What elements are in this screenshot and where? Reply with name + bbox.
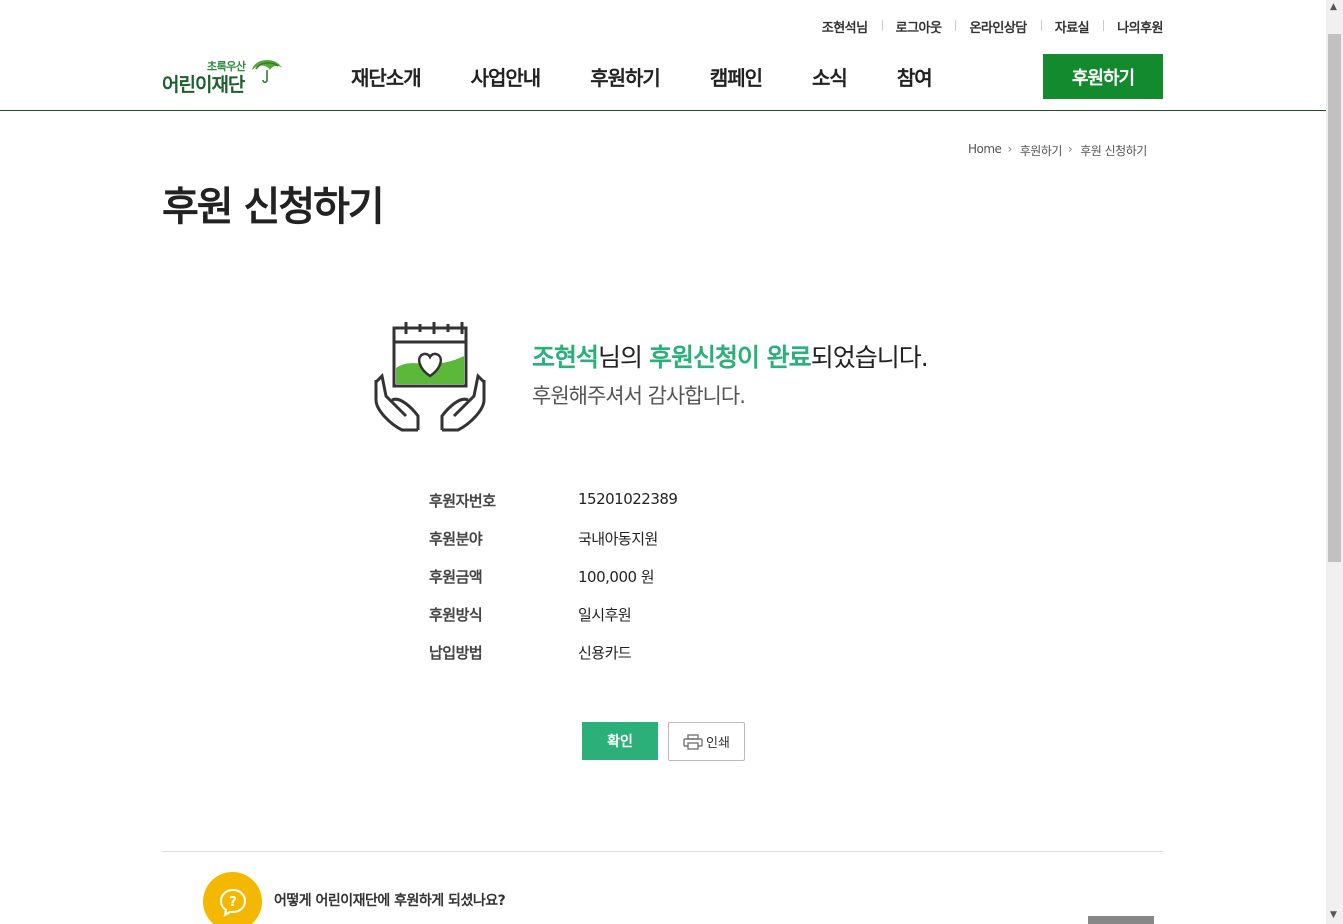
online-consult-link[interactable]: 온라인상담 bbox=[955, 17, 1040, 36]
info-value: 일시후원 bbox=[578, 606, 632, 624]
print-button[interactable]: 인쇄 bbox=[668, 722, 745, 761]
scrollbar-thumb[interactable] bbox=[1328, 34, 1341, 562]
info-value: 국내아동지원 bbox=[578, 530, 658, 548]
page-title: 후원 신청하기 bbox=[162, 184, 385, 230]
nav-campaign[interactable]: 캠페인 bbox=[710, 62, 763, 91]
completion-message: 조현석님의 후원신청이 완료되었습니다. bbox=[532, 338, 929, 374]
survey-question: 어떻게 어린이재단에 후원하게 되셨나요? bbox=[274, 893, 506, 909]
completion-highlight: 후원신청이 완료 bbox=[648, 343, 812, 372]
info-row: 후원자번호 15201022389 bbox=[429, 490, 678, 528]
info-row: 후원방식 일시후원 bbox=[429, 604, 677, 642]
user-name-link[interactable]: 조현석님 bbox=[808, 17, 882, 36]
scroll-up-icon[interactable]: ▲ bbox=[1330, 2, 1337, 12]
info-key: 후원금액 bbox=[429, 568, 483, 586]
info-value: 100,000 원 bbox=[578, 568, 655, 586]
chevron-right-icon: › bbox=[1067, 142, 1073, 156]
info-value: 신용카드 bbox=[578, 644, 632, 662]
logo[interactable]: 초록우산 어린이재단 bbox=[162, 56, 284, 96]
breadcrumb-current: 후원 신청하기 bbox=[1080, 144, 1147, 158]
page-scrollbar[interactable]: ▲ ▼ bbox=[1326, 0, 1343, 924]
logo-title: 어린이재단 bbox=[162, 74, 245, 96]
my-donation-link[interactable]: 나의후원 bbox=[1103, 17, 1163, 36]
info-key: 후원자번호 bbox=[429, 492, 496, 510]
breadcrumb: Home › 후원하기 › 후원 신청하기 bbox=[968, 142, 1153, 159]
nav-participate[interactable]: 참여 bbox=[897, 62, 933, 91]
print-label: 인쇄 bbox=[706, 735, 730, 750]
main-nav: 재단소개 사업안내 후원하기 캠페인 소식 참여 bbox=[351, 62, 982, 91]
svg-text:?: ? bbox=[229, 895, 237, 910]
umbrella-logo-icon bbox=[252, 59, 282, 84]
nav-news[interactable]: 소식 bbox=[812, 62, 848, 91]
info-key: 후원분야 bbox=[429, 530, 483, 548]
logout-link[interactable]: 로그아웃 bbox=[881, 17, 956, 36]
question-bubble-icon: ? bbox=[203, 872, 262, 924]
info-key: 후원방식 bbox=[429, 606, 483, 624]
info-key: 납입방법 bbox=[429, 644, 483, 662]
info-row: 납입방법 신용카드 bbox=[429, 642, 677, 680]
utility-nav: 조현석님 로그아웃 온라인상담 자료실 나의후원 bbox=[808, 17, 1163, 36]
donation-info-table: 후원자번호 15201022389 후원분야 국내아동지원 후원금액 100,0… bbox=[429, 490, 678, 680]
chevron-right-icon: › bbox=[1007, 142, 1012, 156]
nav-donate[interactable]: 후원하기 bbox=[590, 62, 661, 91]
info-row: 후원분야 국내아동지원 bbox=[429, 528, 677, 566]
section-divider bbox=[162, 851, 1163, 852]
confirm-button[interactable]: 확인 bbox=[582, 722, 658, 760]
scroll-down-icon[interactable]: ▼ bbox=[1330, 910, 1337, 920]
thanks-message: 후원해주셔서 감사합니다. bbox=[532, 384, 746, 408]
message-connector: 님의 bbox=[598, 343, 649, 372]
message-tail: 되었습니다. bbox=[810, 343, 929, 372]
nav-business[interactable]: 사업안내 bbox=[471, 62, 542, 91]
info-value: 15201022389 bbox=[578, 490, 678, 508]
nav-foundation[interactable]: 재단소개 bbox=[351, 62, 422, 91]
printer-icon bbox=[683, 733, 703, 750]
donor-name: 조현석 bbox=[532, 343, 599, 372]
survey-submit-button[interactable] bbox=[1088, 916, 1154, 924]
breadcrumb-donate[interactable]: 후원하기 bbox=[1020, 142, 1063, 159]
breadcrumb-home[interactable]: Home bbox=[968, 142, 1002, 159]
info-row: 후원금액 100,000 원 bbox=[429, 566, 677, 604]
calendar-heart-hands-icon bbox=[374, 322, 486, 432]
archive-link[interactable]: 자료실 bbox=[1040, 17, 1103, 36]
header-donate-button[interactable]: 후원하기 bbox=[1043, 54, 1163, 99]
